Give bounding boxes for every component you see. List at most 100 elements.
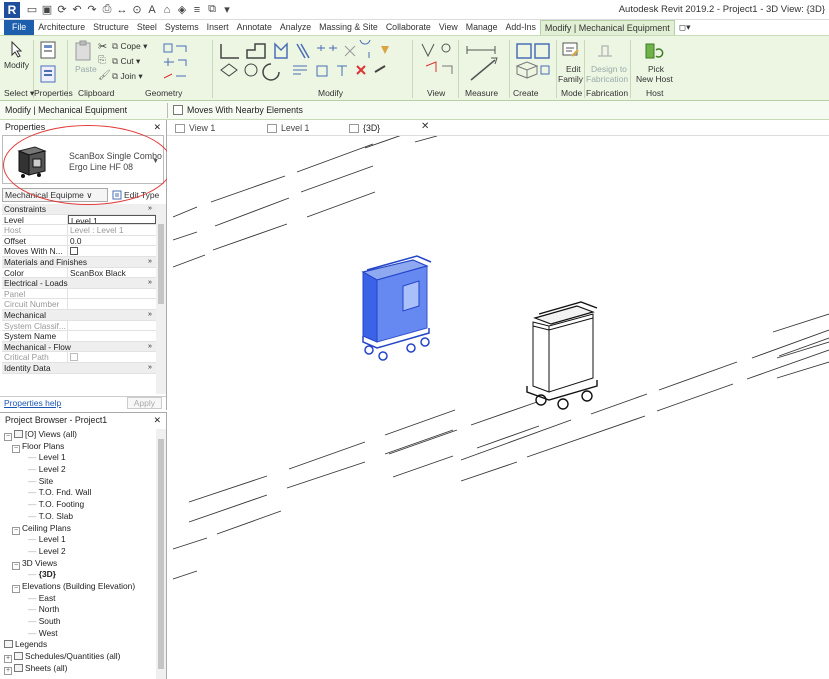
select-panel-label[interactable]: Select ▾ (4, 88, 34, 99)
property-value[interactable] (68, 352, 156, 362)
scanbox-cart[interactable] (526, 301, 598, 410)
close-view-tab-icon[interactable]: ✕ (421, 121, 429, 132)
property-row[interactable]: Moves With N... (2, 246, 156, 257)
tab-insert[interactable]: Insert (203, 20, 233, 35)
tab-architecture[interactable]: Architecture (34, 20, 89, 35)
category-filter-dropdown[interactable]: Mechanical Equipme ∨ (2, 187, 108, 202)
property-value[interactable] (68, 289, 156, 299)
property-group-header[interactable]: Materials and Finishes » (2, 256, 156, 268)
tab-structure[interactable]: Structure (89, 20, 133, 35)
expand-icon[interactable]: + (4, 666, 12, 675)
tab-manage[interactable]: Manage (462, 20, 502, 35)
browser-item[interactable]: — East (4, 593, 156, 605)
property-value[interactable]: Level 1 (68, 214, 156, 225)
property-value[interactable] (68, 246, 156, 256)
text-icon[interactable]: A (146, 4, 158, 16)
browser-item[interactable]: − Floor Plans (4, 441, 156, 453)
properties-scrollbar-thumb[interactable] (158, 224, 164, 304)
3d-model-view[interactable] (167, 121, 829, 679)
property-value[interactable] (68, 331, 156, 341)
modify-cursor-icon[interactable] (7, 40, 25, 58)
browser-item[interactable]: — Level 1 (4, 534, 156, 546)
selected-scanbox-cart[interactable] (361, 255, 432, 361)
tab-massing-site[interactable]: Massing & Site (315, 20, 382, 35)
browser-item[interactable]: — Level 2 (4, 464, 156, 476)
pick-new-host-label-2[interactable]: New Host (636, 74, 673, 84)
browser-item[interactable]: — T.O. Footing (4, 499, 156, 511)
type-properties-icon[interactable] (38, 40, 58, 60)
design-to-fabrication-icon[interactable] (594, 40, 616, 62)
property-group-header[interactable]: Identity Data » (2, 362, 156, 374)
browser-item[interactable]: — {3D} (4, 569, 156, 581)
browser-item[interactable]: Legends (4, 639, 156, 651)
property-row[interactable]: Color ScanBox Black (2, 267, 156, 279)
tab-modify-mechanical-equipment[interactable]: Modify | Mechanical Equipment (539, 20, 675, 35)
browser-item[interactable]: −3D Views (4, 558, 156, 570)
property-row[interactable]: Host Level : Level 1 (2, 225, 156, 236)
view-tools-icon[interactable] (418, 40, 458, 88)
modify-button-label[interactable]: Modify (4, 60, 29, 70)
edit-type-button[interactable]: Edit Type (112, 190, 159, 200)
property-row[interactable]: Critical Path (2, 352, 156, 363)
property-row[interactable]: System Name (2, 331, 156, 342)
property-group-header[interactable]: Constraints » (2, 204, 156, 215)
tab-add-ins[interactable]: Add-Ins (502, 20, 540, 35)
browser-item[interactable]: — T.O. Fnd. Wall (4, 487, 156, 499)
properties-close-icon[interactable]: ✕ (154, 122, 161, 133)
tab-steel[interactable]: Steel (133, 20, 161, 35)
moves-with-property-checkbox[interactable] (70, 247, 78, 256)
browser-item[interactable]: — Level 1 (4, 452, 156, 464)
tab-file[interactable]: File (4, 20, 35, 35)
tab-annotate[interactable]: Annotate (233, 20, 276, 35)
browser-item[interactable]: — T.O. Slab (4, 511, 156, 523)
property-value[interactable]: ScanBox Black (68, 268, 156, 277)
browser-item[interactable]: — Level 2 (4, 546, 156, 558)
property-row[interactable]: Circuit Number (2, 299, 156, 310)
collapse-group-icon[interactable]: » (144, 278, 156, 288)
paste-label[interactable]: Paste (75, 64, 97, 74)
property-group-header[interactable]: Mechanical - Flow » (2, 341, 156, 353)
revit-logo-icon[interactable]: R (4, 1, 20, 18)
measure-icon[interactable] (463, 40, 507, 88)
apply-button[interactable]: Apply (126, 397, 162, 409)
pick-new-host-icon[interactable] (643, 40, 665, 62)
property-group-header[interactable]: Electrical - Loads » (2, 278, 156, 289)
property-value[interactable] (68, 321, 156, 331)
match-type-icon[interactable]: 🖌 (98, 70, 111, 81)
collapse-group-icon[interactable]: » (144, 342, 156, 352)
properties-scrollbar[interactable] (156, 204, 166, 394)
create-group-icon[interactable] (513, 40, 555, 88)
cope-button[interactable]: ⧉ Cope ▾ (112, 41, 147, 52)
browser-scrollbar-thumb[interactable] (158, 439, 164, 669)
view-tab-2[interactable]: Level 1 (263, 122, 309, 136)
collapse-group-icon[interactable]: » (144, 257, 156, 267)
property-row[interactable]: Offset 0.0 (2, 235, 156, 247)
cut-geometry-button[interactable]: ⧉ Cut ▾ (112, 56, 140, 67)
collapse-group-icon[interactable]: » (144, 363, 156, 373)
browser-scrollbar[interactable] (156, 429, 166, 679)
view-tab-3[interactable]: {3D} (345, 122, 380, 136)
property-value[interactable]: Level : Level 1 (68, 225, 156, 234)
print-icon[interactable]: ⎙ (101, 3, 113, 16)
tab-collaborate[interactable]: Collaborate (382, 20, 435, 35)
collapse-group-icon[interactable]: » (144, 204, 156, 214)
modify-tools-icon[interactable] (217, 40, 397, 88)
open-icon[interactable]: ▭ (26, 3, 38, 16)
tab-systems[interactable]: Systems (161, 20, 203, 35)
browser-close-icon[interactable]: ✕ (154, 415, 161, 426)
properties-help-link[interactable]: Properties help (4, 398, 61, 408)
tab-view[interactable]: View (435, 20, 462, 35)
sync-icon[interactable]: ⟳ (56, 3, 68, 16)
browser-item[interactable]: — Site (4, 476, 156, 488)
property-row[interactable]: Panel (2, 288, 156, 300)
customize-icon[interactable]: ▾ (221, 3, 233, 16)
pick-new-host-label-1[interactable]: Pick (648, 64, 664, 74)
type-selector-dropdown-icon[interactable]: ▼ (152, 158, 159, 165)
tab-overflow-button[interactable]: ◻▾ (675, 20, 695, 35)
browser-item[interactable]: + Schedules/Quantities (all) (4, 651, 156, 664)
view-tab-1[interactable]: View 1 (171, 122, 215, 136)
measure-icon[interactable]: ↔ (116, 4, 128, 16)
switch-windows-icon[interactable]: ⧉ (206, 3, 218, 16)
property-value[interactable] (68, 299, 156, 309)
browser-item[interactable]: — North (4, 604, 156, 616)
